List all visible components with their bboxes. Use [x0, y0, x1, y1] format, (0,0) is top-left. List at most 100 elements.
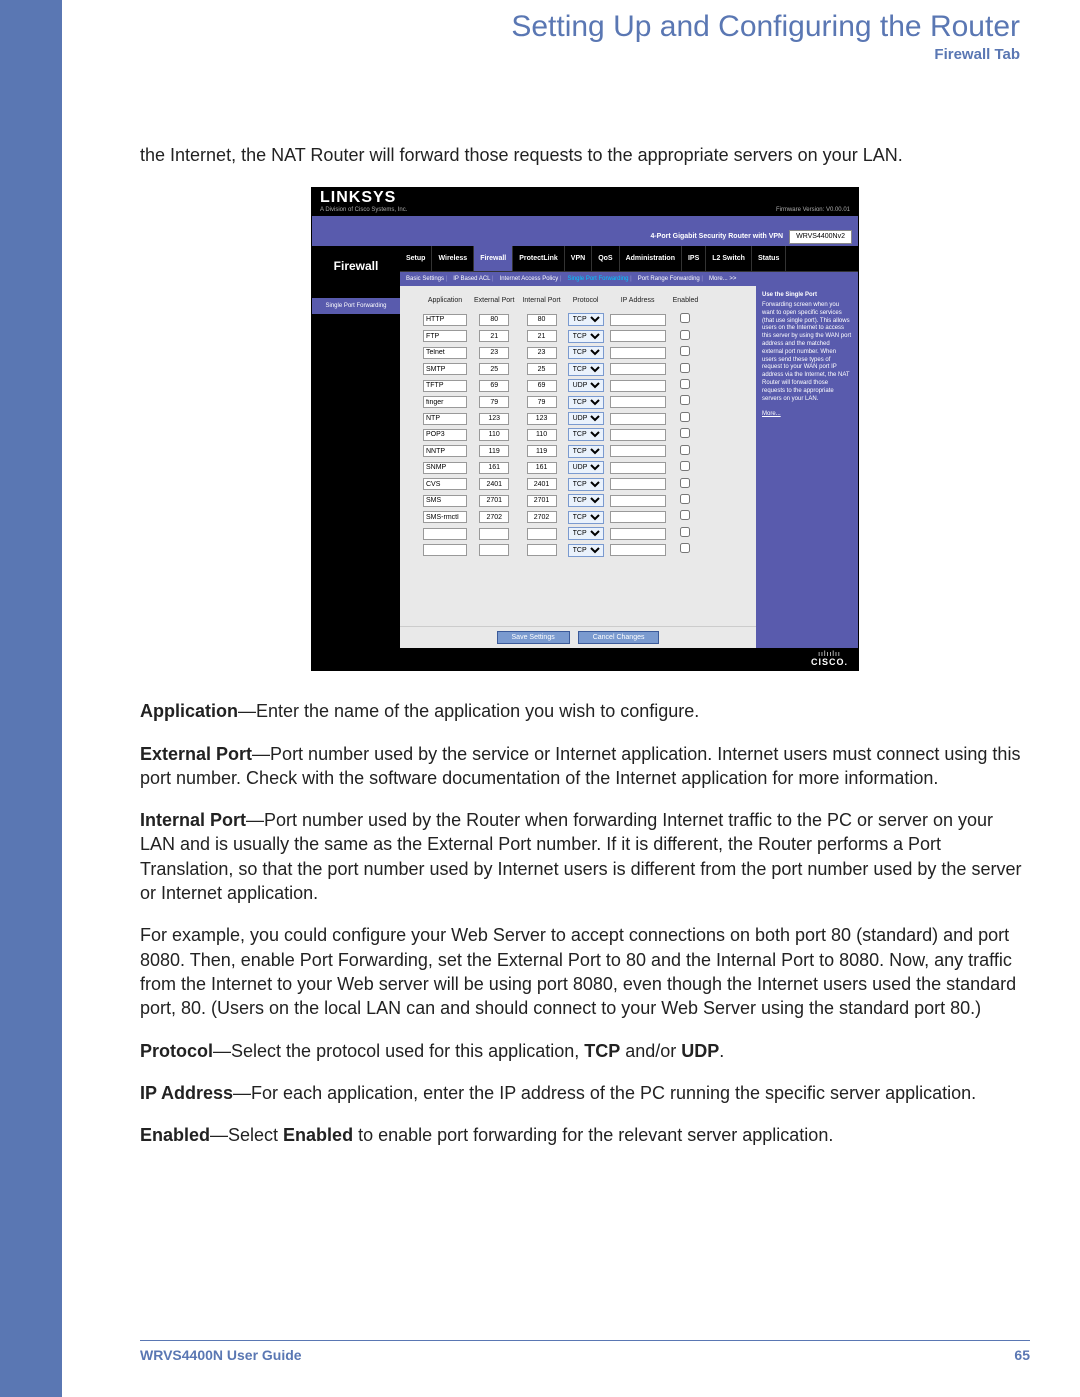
enabled-checkbox[interactable] — [680, 510, 690, 520]
tab-administration[interactable]: Administration — [620, 246, 682, 271]
cancel-button[interactable]: Cancel Changes — [578, 631, 660, 644]
protocol-select[interactable]: TCP — [568, 478, 604, 491]
in-port-input[interactable] — [479, 314, 509, 326]
in-port-input[interactable] — [479, 396, 509, 408]
protocol-select[interactable]: TCP — [568, 527, 604, 540]
protocol-select[interactable]: TCP — [568, 511, 604, 524]
in-ip-input[interactable] — [610, 445, 666, 457]
protocol-select[interactable]: TCP — [568, 363, 604, 376]
in-port-input[interactable] — [479, 330, 509, 342]
in-ip-input[interactable] — [610, 396, 666, 408]
in-port-input[interactable] — [527, 544, 557, 556]
tab-firewall[interactable]: Firewall — [474, 246, 513, 271]
in-ip-input[interactable] — [610, 528, 666, 540]
protocol-select[interactable]: TCP — [568, 445, 604, 458]
in-port-input[interactable] — [527, 429, 557, 441]
in-app-input[interactable] — [423, 413, 467, 425]
in-port-input[interactable] — [527, 314, 557, 326]
in-port-input[interactable] — [527, 511, 557, 523]
enabled-checkbox[interactable] — [680, 478, 690, 488]
in-ip-input[interactable] — [610, 429, 666, 441]
in-ip-input[interactable] — [610, 363, 666, 375]
in-app-input[interactable] — [423, 511, 467, 523]
subtab-single-port-forwarding[interactable]: Single Port Forwarding — [565, 275, 633, 283]
in-port-input[interactable] — [479, 413, 509, 425]
protocol-select[interactable]: TCP — [568, 494, 604, 507]
subtab-ip-based-acl[interactable]: IP Based ACL — [451, 275, 495, 283]
in-port-input[interactable] — [527, 330, 557, 342]
in-port-input[interactable] — [527, 445, 557, 457]
in-app-input[interactable] — [423, 330, 467, 342]
in-port-input[interactable] — [479, 544, 509, 556]
tab-l2-switch[interactable]: L2 Switch — [706, 246, 752, 271]
in-port-input[interactable] — [479, 347, 509, 359]
in-port-input[interactable] — [527, 380, 557, 392]
in-app-input[interactable] — [423, 380, 467, 392]
in-ip-input[interactable] — [610, 380, 666, 392]
enabled-checkbox[interactable] — [680, 445, 690, 455]
enabled-checkbox[interactable] — [680, 543, 690, 553]
in-port-input[interactable] — [527, 528, 557, 540]
in-ip-input[interactable] — [610, 347, 666, 359]
in-app-input[interactable] — [423, 445, 467, 457]
in-port-input[interactable] — [479, 380, 509, 392]
in-port-input[interactable] — [479, 528, 509, 540]
in-port-input[interactable] — [527, 495, 557, 507]
in-app-input[interactable] — [423, 462, 467, 474]
protocol-select[interactable]: TCP — [568, 544, 604, 557]
in-port-input[interactable] — [527, 363, 557, 375]
protocol-select[interactable]: TCP — [568, 428, 604, 441]
in-app-input[interactable] — [423, 347, 467, 359]
tab-status[interactable]: Status — [752, 246, 786, 271]
in-app-input[interactable] — [423, 528, 467, 540]
in-ip-input[interactable] — [610, 413, 666, 425]
in-port-input[interactable] — [479, 363, 509, 375]
enabled-checkbox[interactable] — [680, 346, 690, 356]
tab-qos[interactable]: QoS — [592, 246, 619, 271]
in-port-input[interactable] — [527, 462, 557, 474]
in-ip-input[interactable] — [610, 314, 666, 326]
tab-wireless[interactable]: Wireless — [432, 246, 474, 271]
tab-ips[interactable]: IPS — [682, 246, 706, 271]
subtab-basic-settings[interactable]: Basic Settings — [404, 275, 449, 283]
enabled-checkbox[interactable] — [680, 395, 690, 405]
enabled-checkbox[interactable] — [680, 330, 690, 340]
enabled-checkbox[interactable] — [680, 527, 690, 537]
in-port-input[interactable] — [479, 462, 509, 474]
subtab-more-[interactable]: More... >> — [707, 275, 738, 283]
protocol-select[interactable]: TCP — [568, 346, 604, 359]
in-ip-input[interactable] — [610, 544, 666, 556]
in-port-input[interactable] — [479, 511, 509, 523]
in-app-input[interactable] — [423, 363, 467, 375]
subtab-internet-access-policy[interactable]: Internet Access Policy — [498, 275, 564, 283]
in-ip-input[interactable] — [610, 478, 666, 490]
help-more-link[interactable]: More... — [762, 411, 781, 419]
in-port-input[interactable] — [527, 413, 557, 425]
in-ip-input[interactable] — [610, 495, 666, 507]
protocol-select[interactable]: UDP — [568, 379, 604, 392]
protocol-select[interactable]: TCP — [568, 330, 604, 343]
in-port-input[interactable] — [527, 347, 557, 359]
in-port-input[interactable] — [479, 429, 509, 441]
in-app-input[interactable] — [423, 544, 467, 556]
protocol-select[interactable]: TCP — [568, 396, 604, 409]
save-button[interactable]: Save Settings — [497, 631, 570, 644]
in-app-input[interactable] — [423, 495, 467, 507]
in-port-input[interactable] — [479, 445, 509, 457]
enabled-checkbox[interactable] — [680, 428, 690, 438]
in-ip-input[interactable] — [610, 511, 666, 523]
enabled-checkbox[interactable] — [680, 412, 690, 422]
in-port-input[interactable] — [479, 478, 509, 490]
protocol-select[interactable]: TCP — [568, 313, 604, 326]
in-app-input[interactable] — [423, 478, 467, 490]
enabled-checkbox[interactable] — [680, 494, 690, 504]
protocol-select[interactable]: UDP — [568, 412, 604, 425]
in-port-input[interactable] — [527, 478, 557, 490]
enabled-checkbox[interactable] — [680, 461, 690, 471]
tab-setup[interactable]: Setup — [400, 246, 432, 271]
in-app-input[interactable] — [423, 429, 467, 441]
in-ip-input[interactable] — [610, 462, 666, 474]
tab-vpn[interactable]: VPN — [565, 246, 592, 271]
protocol-select[interactable]: UDP — [568, 461, 604, 474]
in-ip-input[interactable] — [610, 330, 666, 342]
